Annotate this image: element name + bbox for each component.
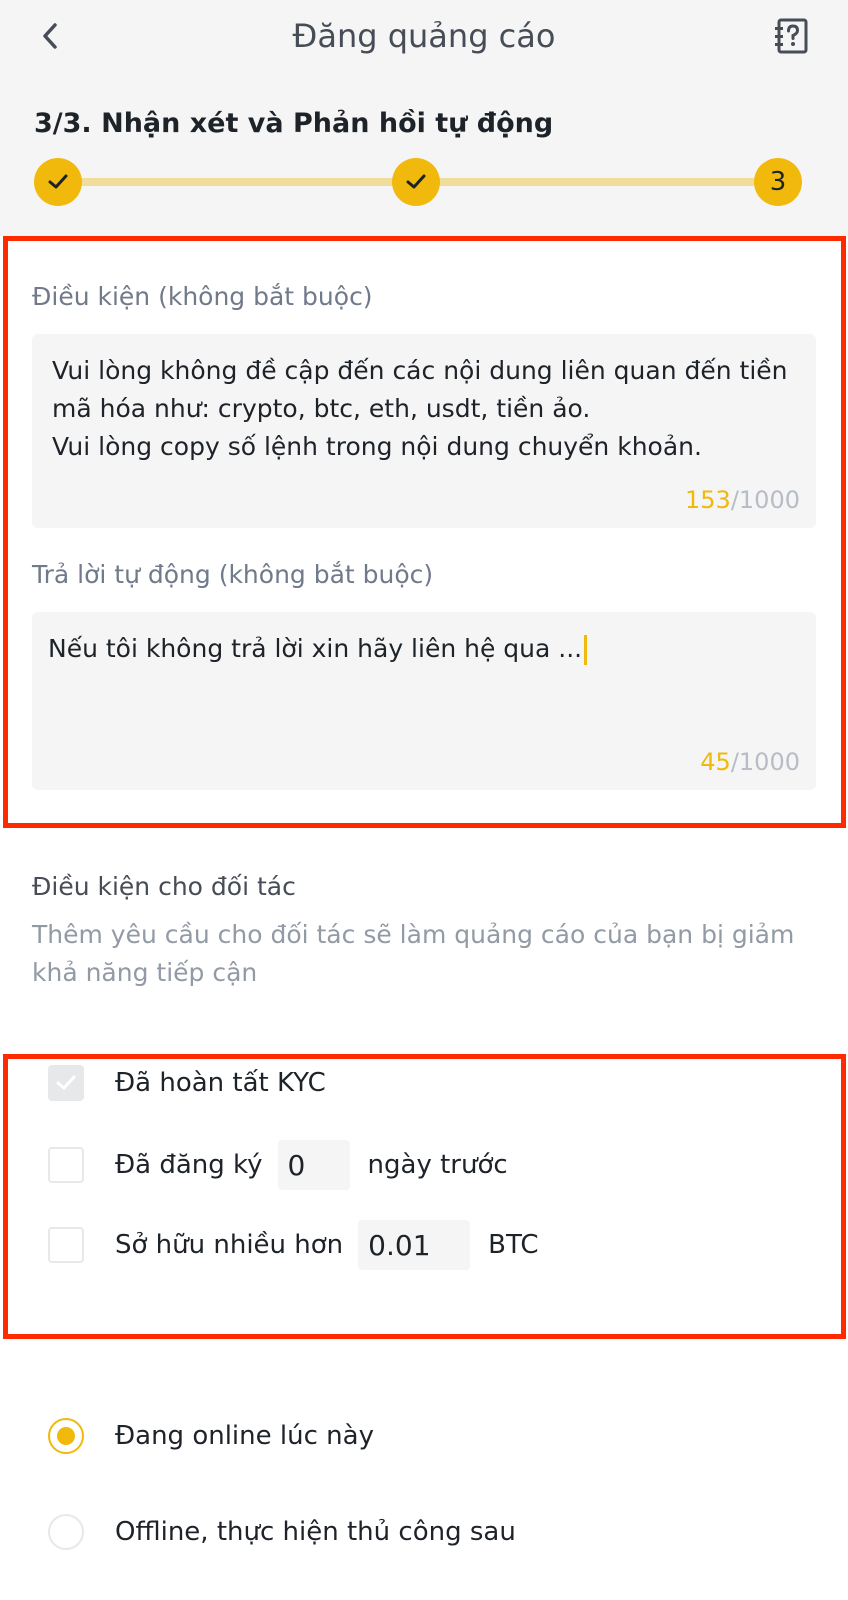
terms-label: Điều kiện (không bắt buộc) [32,282,373,311]
terms-char-counter: 153/1000 [685,486,800,514]
remarks-card: Điều kiện (không bắt buộc) Vui lòng khôn… [0,236,848,836]
btc-holding-condition: Sở hữu nhiều hơn 0.01 BTC [48,1220,539,1270]
terms-textarea[interactable]: Vui lòng không đề cập đến các nội dung l… [32,334,816,528]
check-icon [48,174,68,189]
online-radio[interactable] [48,1418,84,1454]
page-title: Đăng quảng cáo [292,17,556,55]
step-2-complete [392,158,440,206]
online-status-section: Đang online lúc này Offline, thực hiện t… [0,1376,848,1600]
auto-reply-label: Trả lời tự động (không bắt buộc) [32,560,434,589]
online-option[interactable]: Đang online lúc này [48,1414,374,1458]
step-1-complete [34,158,82,206]
offline-option[interactable]: Offline, thực hiện thủ công sau [48,1510,516,1554]
partner-conditions-section: Điều kiện cho đối tác Thêm yêu cầu cho đ… [0,836,848,1376]
partner-conditions-title: Điều kiện cho đối tác [32,872,296,901]
header: Đăng quảng cáo [0,0,848,80]
offline-radio[interactable] [48,1514,84,1550]
btc-holding-unit: BTC [488,1230,539,1260]
registered-days-input[interactable]: 0 [277,1140,350,1190]
kyc-label: Đã hoàn tất KYC [115,1068,326,1098]
btc-holding-input[interactable]: 0.01 [358,1220,471,1270]
step-title: 3/3. Nhận xét và Phản hồi tự động [34,108,554,139]
terms-text: Vui lòng không đề cập đến các nội dung l… [52,356,788,461]
btc-holding-checkbox[interactable] [48,1227,84,1263]
partner-conditions-description: Thêm yêu cầu cho đối tác sẽ làm quảng cá… [32,920,795,987]
registered-days-label: Đã đăng ký [115,1150,263,1180]
auto-reply-textarea[interactable]: Nếu tôi không trả lời xin hãy liên hệ qu… [32,612,816,790]
registered-days-checkbox[interactable] [48,1147,84,1183]
auto-reply-text: Nếu tôi không trả lời xin hãy liên hệ qu… [48,630,800,668]
help-button[interactable] [772,16,812,56]
kyc-checkbox[interactable] [48,1065,84,1101]
check-icon [56,1075,76,1090]
kyc-condition: Đã hoàn tất KYC [48,1058,326,1108]
progress-stepper: 3 [34,158,818,206]
btc-holding-label: Sở hữu nhiều hơn [115,1230,344,1260]
offline-label: Offline, thực hiện thủ công sau [115,1517,516,1547]
online-label: Đang online lúc này [115,1421,374,1451]
registered-days-condition: Đã đăng ký 0 ngày trước [48,1140,508,1190]
registered-days-unit: ngày trước [367,1150,508,1180]
step-3-current: 3 [754,158,802,206]
text-caret [584,635,588,665]
help-icon [775,18,808,54]
check-icon [406,174,426,189]
auto-reply-char-counter: 45/1000 [700,748,800,776]
